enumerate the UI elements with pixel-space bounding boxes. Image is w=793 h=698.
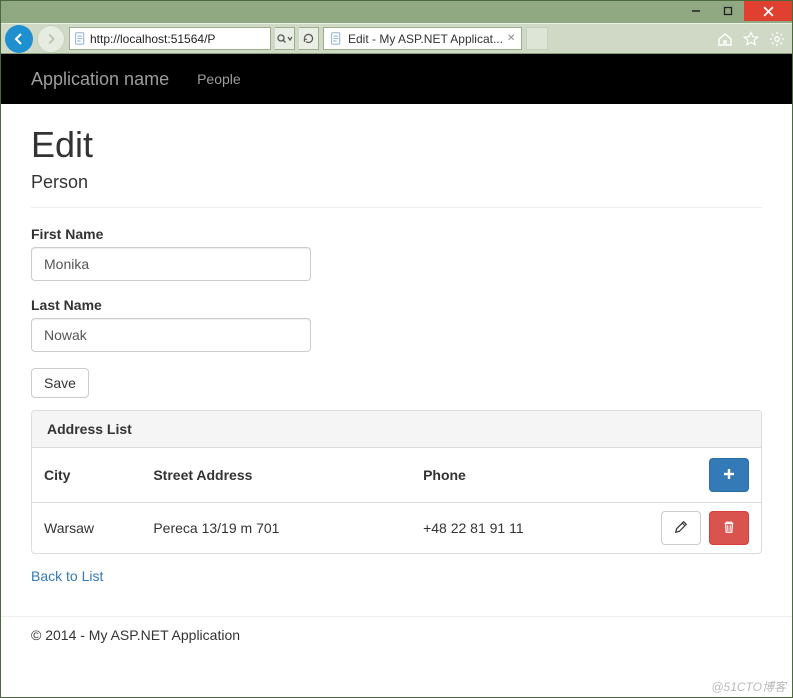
nav-link-people[interactable]: People bbox=[197, 71, 241, 87]
add-address-button[interactable] bbox=[709, 458, 749, 492]
edit-address-button[interactable] bbox=[661, 511, 701, 545]
cell-street: Pereca 13/19 m 701 bbox=[141, 503, 411, 554]
browser-tab[interactable]: Edit - My ASP.NET Applicat... ✕ bbox=[323, 27, 522, 50]
tab-page-icon bbox=[328, 31, 344, 47]
cell-phone: +48 22 81 91 11 bbox=[411, 503, 641, 554]
save-button[interactable]: Save bbox=[31, 368, 89, 398]
page-title: Edit bbox=[31, 124, 762, 166]
new-tab-button[interactable] bbox=[526, 27, 548, 50]
site-navbar: Application name People bbox=[1, 54, 792, 104]
trash-icon bbox=[722, 520, 736, 537]
col-street: Street Address bbox=[141, 448, 411, 503]
address-input[interactable] bbox=[88, 31, 268, 47]
page-icon bbox=[72, 31, 88, 47]
home-icon[interactable] bbox=[714, 28, 736, 50]
brand-link[interactable]: Application name bbox=[31, 69, 169, 90]
cell-city: Warsaw bbox=[32, 503, 141, 554]
favorites-icon[interactable] bbox=[740, 28, 762, 50]
settings-icon[interactable] bbox=[766, 28, 788, 50]
last-name-label: Last Name bbox=[31, 297, 762, 313]
address-table: City Street Address Phone bbox=[32, 448, 761, 553]
nav-forward-button[interactable] bbox=[37, 25, 65, 53]
delete-address-button[interactable] bbox=[709, 511, 749, 545]
col-city: City bbox=[32, 448, 141, 503]
divider bbox=[31, 207, 762, 208]
address-list-panel: Address List City Street Address Phone bbox=[31, 410, 762, 554]
minimize-button[interactable] bbox=[680, 1, 712, 21]
col-phone: Phone bbox=[411, 448, 641, 503]
page-footer: © 2014 - My ASP.NET Application bbox=[1, 616, 792, 653]
page-subtitle: Person bbox=[31, 172, 762, 193]
window-titlebar bbox=[1, 1, 792, 23]
tab-title: Edit - My ASP.NET Applicat... bbox=[348, 32, 503, 46]
tab-close-icon[interactable]: ✕ bbox=[507, 33, 515, 44]
browser-toolbar: Edit - My ASP.NET Applicat... ✕ bbox=[1, 23, 792, 54]
address-dropdown-button[interactable] bbox=[275, 27, 295, 50]
nav-back-button[interactable] bbox=[5, 25, 33, 53]
reload-button[interactable] bbox=[299, 27, 319, 50]
pencil-icon bbox=[674, 520, 688, 537]
page-content: Edit Person First Name Last Name Save Ad… bbox=[1, 104, 792, 590]
first-name-input[interactable] bbox=[31, 247, 311, 281]
maximize-button[interactable] bbox=[712, 1, 744, 21]
address-bar[interactable] bbox=[69, 27, 271, 50]
footer-text: © 2014 - My ASP.NET Application bbox=[31, 627, 240, 643]
panel-heading: Address List bbox=[32, 411, 761, 448]
table-row: Warsaw Pereca 13/19 m 701 +48 22 81 91 1… bbox=[32, 503, 761, 554]
page-viewport: Application name People Edit Person Firs… bbox=[1, 54, 792, 697]
plus-icon bbox=[722, 467, 736, 484]
last-name-input[interactable] bbox=[31, 318, 311, 352]
first-name-label: First Name bbox=[31, 226, 762, 242]
close-button[interactable] bbox=[744, 1, 792, 21]
back-to-list-link[interactable]: Back to List bbox=[31, 568, 103, 584]
